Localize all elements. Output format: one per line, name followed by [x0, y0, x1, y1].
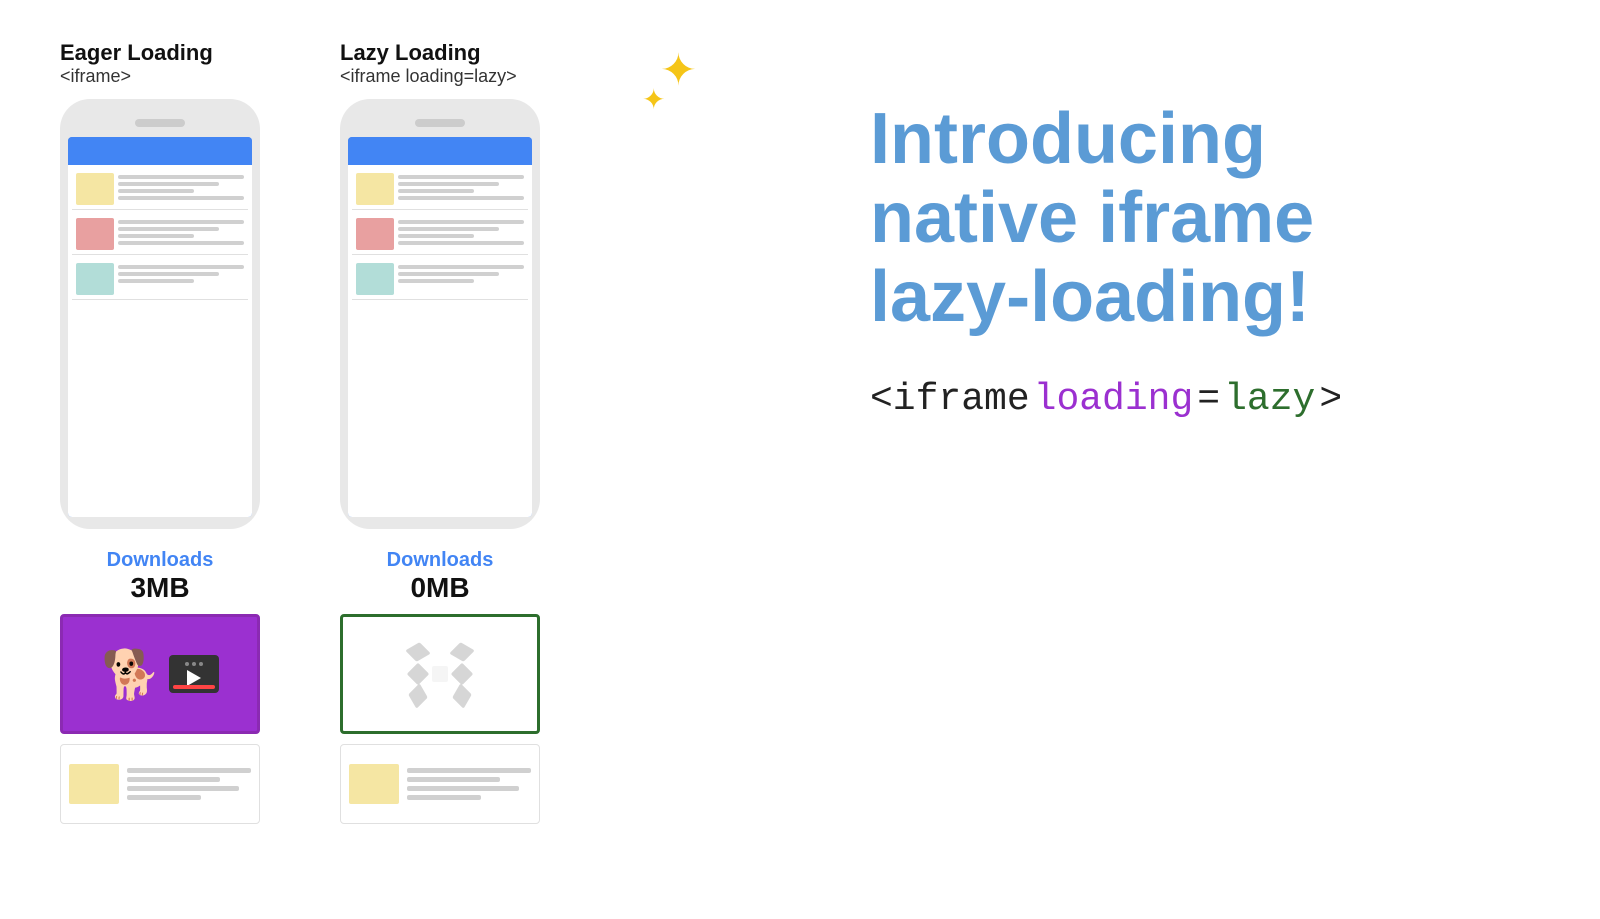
lazy-subtitle: <iframe loading=lazy>: [340, 66, 540, 87]
lazy-bottom-content: [340, 744, 540, 824]
lazy-content-lines-1: [398, 173, 524, 200]
eager-downloads-info: Downloads 3MB: [60, 549, 260, 604]
small-lines-eager: [127, 768, 251, 800]
lazy-content-block-1: [352, 169, 528, 210]
code-equals: =: [1197, 378, 1220, 421]
right-section: Introducing native iframe lazy-loading! …: [810, 40, 1540, 421]
lazy-screen: [348, 137, 532, 517]
introducing-text: Introducing native iframe lazy-loading!: [870, 100, 1540, 338]
lazy-thumb-teal: [356, 263, 394, 295]
bottom-content-row: [60, 744, 540, 824]
small-lines-lazy: [407, 768, 531, 800]
code-iframe: <iframe: [870, 378, 1030, 421]
content-lines-3: [118, 263, 244, 283]
lazy-title: Lazy Loading: [340, 40, 540, 66]
eager-phone: [60, 99, 260, 529]
small-thumb-lazy: [349, 764, 399, 804]
eager-downloads-size: 3MB: [60, 572, 260, 604]
eager-loading-column: Eager Loading <iframe>: [60, 40, 260, 604]
code-lazy-value: lazy: [1224, 378, 1315, 421]
thumb-yellow-1: [76, 173, 114, 205]
eager-phone-content: [68, 165, 252, 517]
eager-label: Eager Loading <iframe>: [60, 40, 260, 87]
left-section: Eager Loading <iframe>: [60, 40, 810, 824]
lazy-downloads-size: 0MB: [340, 572, 540, 604]
content-lines-1: [118, 173, 244, 200]
lazy-content-lines-2: [398, 218, 524, 245]
eager-downloads-label: Downloads: [60, 549, 260, 572]
eager-subtitle: <iframe>: [60, 66, 260, 87]
lazy-phone-content: [348, 165, 532, 517]
video-progress-bar: [173, 685, 215, 689]
lazy-content-block-3: [352, 259, 528, 300]
content-block-2: [72, 214, 248, 255]
lazy-label: Lazy Loading <iframe loading=lazy>: [340, 40, 540, 87]
lazy-thumb-yellow: [356, 173, 394, 205]
content-lines-2: [118, 218, 244, 245]
lazy-content-block-2: [352, 214, 528, 255]
lazy-phone-notch: [415, 119, 465, 127]
code-close: >: [1319, 378, 1342, 421]
code-snippet: <iframe loading = lazy >: [870, 378, 1540, 421]
lazy-thumb-red: [356, 218, 394, 250]
loading-spinner-icon: [410, 644, 470, 704]
lazy-content-lines-3: [398, 263, 524, 283]
thumb-red-1: [76, 218, 114, 250]
lazy-iframe-preview: [340, 614, 540, 734]
eager-phone-header: [68, 137, 252, 165]
video-player-icon: [169, 655, 219, 693]
code-loading-attr: loading: [1034, 378, 1194, 421]
thumb-teal-1: [76, 263, 114, 295]
content-block-1: [72, 169, 248, 210]
cat-video-container: 🐕: [101, 646, 219, 703]
eager-title: Eager Loading: [60, 40, 260, 66]
lazy-loading-column: Lazy Loading <iframe loading=lazy>: [340, 40, 540, 604]
lazy-phone: [340, 99, 540, 529]
eager-bottom-content: [60, 744, 260, 824]
phones-row: Eager Loading <iframe>: [60, 40, 540, 604]
eager-iframe-preview: 🐕: [60, 614, 260, 734]
iframe-previews-row: 🐕: [60, 614, 540, 734]
lazy-downloads-info: Downloads 0MB: [340, 549, 540, 604]
eager-screen: [68, 137, 252, 517]
lazy-downloads-label: Downloads: [340, 549, 540, 572]
cat-icon: 🐕: [101, 646, 161, 703]
video-dots: [185, 662, 203, 666]
lazy-phone-header: [348, 137, 532, 165]
play-button-icon: [187, 670, 201, 686]
phone-notch: [135, 119, 185, 127]
small-thumb-eager: [69, 764, 119, 804]
content-block-3: [72, 259, 248, 300]
